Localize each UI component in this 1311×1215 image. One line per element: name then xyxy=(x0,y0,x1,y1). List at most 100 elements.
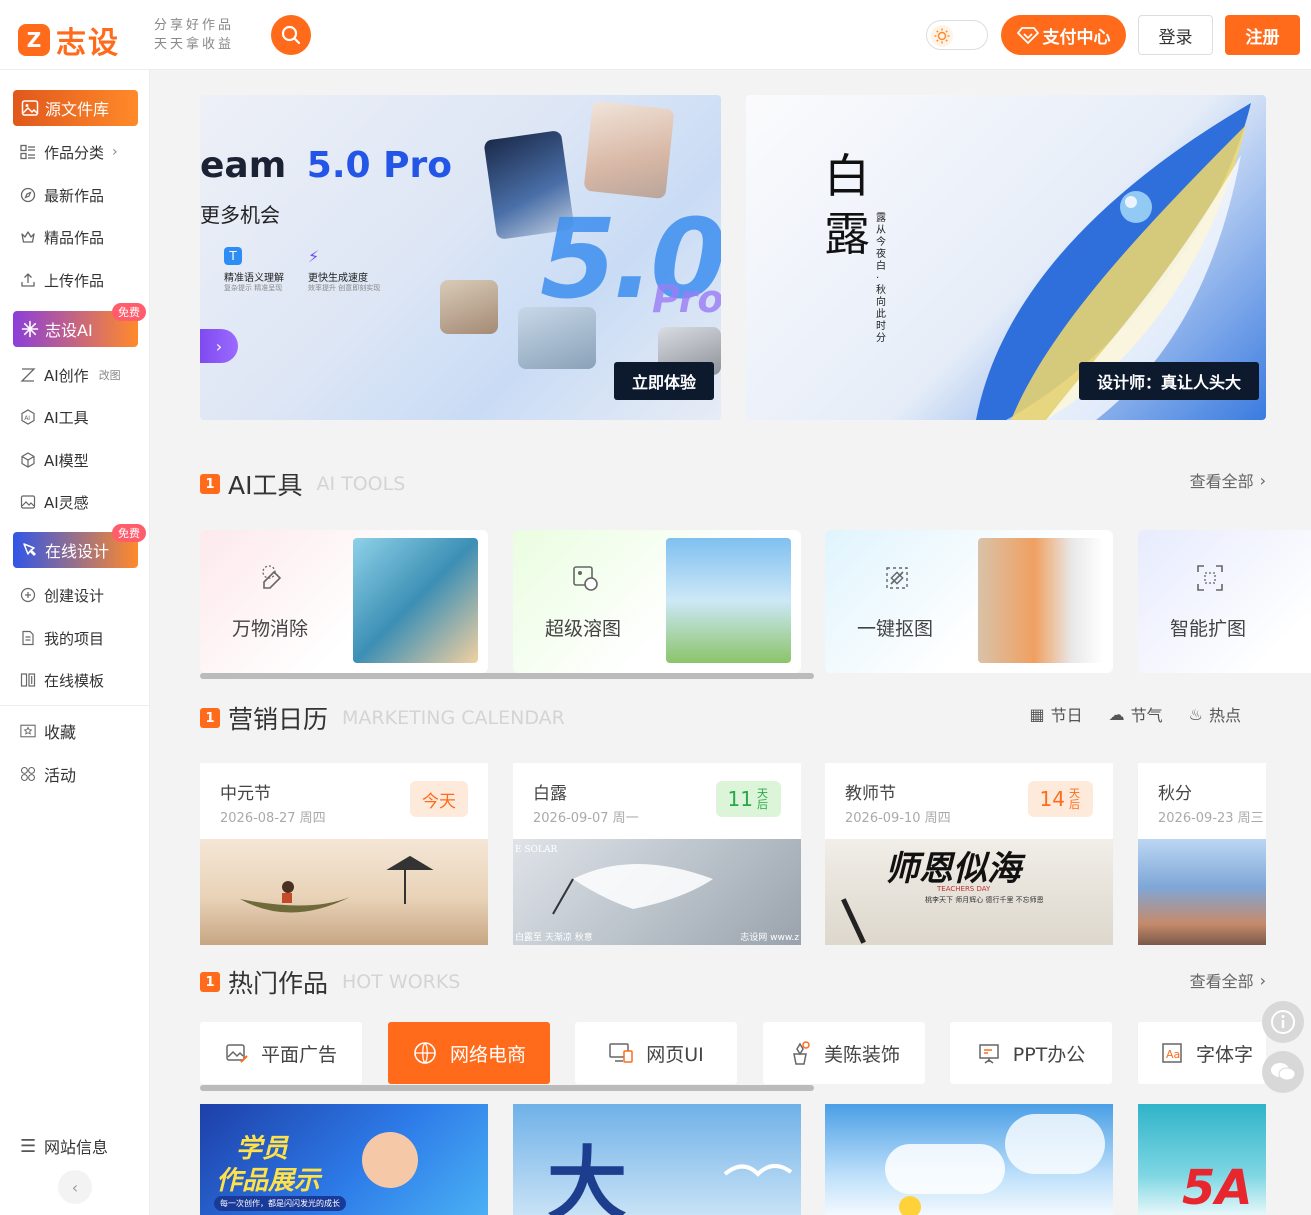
sidebar-item-ai-inspire[interactable]: AI灵感 xyxy=(20,490,89,514)
section-mark: 1 xyxy=(200,474,220,494)
tab-label: 网页UI xyxy=(646,1043,704,1066)
work-title-2: 作品展示 xyxy=(216,1166,321,1196)
chevron-left-icon: ‹ xyxy=(71,1177,79,1197)
blend-image-icon xyxy=(567,560,603,596)
sidebar-item-upload[interactable]: 上传作品 xyxy=(20,268,104,292)
teachers-day-art-text: 师恩似海 xyxy=(885,849,1021,889)
hot-works-view-all[interactable]: 查看全部 › xyxy=(1190,968,1266,992)
sidebar-item-label: 作品分类 xyxy=(44,143,105,162)
ai-tools-view-all[interactable]: 查看全部 › xyxy=(1190,468,1266,492)
pay-center-button[interactable]: 支付中心 xyxy=(1001,15,1126,55)
sparkle-icon xyxy=(21,320,39,338)
sidebar-item-tag: 改图 xyxy=(98,369,121,382)
calendar-badge: 11 天后 xyxy=(715,781,781,817)
teachers-day-caption: 桃李天下 师月辉心 德行千里 不忘师恩 xyxy=(925,896,1044,904)
sidebar-item-featured[interactable]: 精品作品 xyxy=(20,225,104,249)
theme-toggle[interactable] xyxy=(926,20,988,50)
tool-preview-image xyxy=(666,538,791,663)
category-tabs-scrollbar[interactable] xyxy=(200,1085,814,1091)
weather-icon: ☁ xyxy=(1108,704,1125,724)
login-button[interactable]: 登录 xyxy=(1138,15,1213,55)
sidebar-collapse-button[interactable]: ‹ xyxy=(58,1170,92,1204)
calendar-badge: 14 天后 xyxy=(1027,781,1093,817)
tool-name: 智能扩图 xyxy=(1170,618,1247,640)
banner-feature-1-sub: 复杂提示 精准呈现 xyxy=(224,284,283,292)
tab-ppt-office[interactable]: PPT办公 xyxy=(950,1022,1112,1084)
info-float-button[interactable] xyxy=(1262,1001,1304,1043)
banner-seedream[interactable]: eam 5.0 Pro 更多机会 T 精准语义理解 复杂提示 精准呈现 ⚡ 更快… xyxy=(200,95,721,420)
lightning-icon: ⚡ xyxy=(308,247,320,266)
sidebar-item-site-info[interactable]: ☰ 网站信息 xyxy=(20,1134,108,1158)
register-button[interactable]: 注册 xyxy=(1225,15,1300,55)
search-button[interactable] xyxy=(271,15,311,55)
wechat-float-button[interactable] xyxy=(1262,1051,1304,1093)
work-card-4[interactable]: 5A xyxy=(1138,1104,1266,1215)
tool-card-cutout[interactable]: 一键抠图 xyxy=(825,530,1113,673)
sidebar-item-online-design[interactable]: 在线设计 免费 xyxy=(13,524,146,568)
document-icon xyxy=(20,630,36,646)
try-now-button[interactable]: 立即体验 xyxy=(613,362,714,400)
sidebar-item-online-templates[interactable]: 在线模板 xyxy=(20,668,104,692)
sidebar-item-label: 创建设计 xyxy=(44,586,105,605)
sidebar-item-favorites[interactable]: 收藏 xyxy=(20,719,76,743)
tab-ecommerce[interactable]: 网络电商 xyxy=(388,1022,550,1084)
tool-card-expand[interactable]: 智能扩图 xyxy=(1138,530,1311,673)
section-title-en: AI TOOLS xyxy=(316,473,406,495)
tool-name: 超级溶图 xyxy=(545,618,622,640)
calendar-card-qiufen[interactable]: 秋分 2026-09-23 周三 xyxy=(1138,763,1266,945)
calendar-name: 秋分 xyxy=(1158,784,1192,804)
site-logo[interactable]: Z 志设 xyxy=(18,18,120,62)
bailu-image: E SOLAR 白露至 天渐凉 秋意 志设网 www.z xyxy=(513,839,801,945)
sidebar-item-zhishe-ai[interactable]: 志设AI 免费 xyxy=(13,303,146,347)
sidebar-item-library[interactable]: 源文件库 xyxy=(13,90,138,126)
calendar-card-zhongyuan[interactable]: 中元节 2026-08-27 周四 今天 xyxy=(200,763,488,945)
ai-tools-scrollbar[interactable] xyxy=(200,673,814,679)
filter-hot[interactable]: ♨ 热点 xyxy=(1189,702,1241,726)
tab-web-ui[interactable]: 网页UI xyxy=(575,1022,737,1084)
chevron-right-icon: › xyxy=(112,144,118,160)
info-icon xyxy=(1271,1010,1295,1034)
work-card-1[interactable]: 学员 作品展示 每一次创作，都是闪闪发光的成长 xyxy=(200,1104,488,1215)
calendar-card-teachers-day[interactable]: 教师节 2026-09-10 周四 14 天后 师恩似海 TEACHERS DA… xyxy=(825,763,1113,945)
calendar-date: 2026-09-23 周三 xyxy=(1158,811,1264,826)
sidebar-item-my-projects[interactable]: 我的项目 xyxy=(20,626,104,650)
sidebar-item-activities[interactable]: 活动 xyxy=(20,762,76,786)
sidebar-item-label: 我的项目 xyxy=(44,629,105,648)
tab-fonts[interactable]: Aa 字体字 xyxy=(1138,1022,1266,1084)
tool-card-blend[interactable]: 超级溶图 xyxy=(513,530,801,673)
teachers-day-sub: TEACHERS DAY xyxy=(937,885,991,893)
sidebar-item-ai-model[interactable]: AI模型 xyxy=(20,448,89,472)
sidebar-item-label: 网站信息 xyxy=(44,1138,109,1157)
cube-icon xyxy=(20,452,36,468)
filter-holiday[interactable]: ▦ 节日 xyxy=(1029,702,1082,726)
compass-icon xyxy=(20,187,36,203)
sidebar-item-ai-tools[interactable]: AI AI工具 xyxy=(20,405,89,429)
sidebar-item-category[interactable]: 作品分类 › xyxy=(20,140,118,164)
presentation-icon xyxy=(978,1044,999,1064)
sidebar-item-latest[interactable]: 最新作品 xyxy=(20,183,104,207)
free-badge: 免费 xyxy=(112,303,146,321)
banner-big-tail: Pro xyxy=(652,277,721,321)
section-mark: 1 xyxy=(200,972,220,992)
banner-arrow-button[interactable]: › xyxy=(200,329,238,363)
banner-feature-2: 更快生成速度 xyxy=(308,273,368,284)
sidebar: 源文件库 作品分类 › 最新作品 精品作品 上传作品 志设AI 免费 AI创作 … xyxy=(0,70,150,1215)
work-card-2[interactable]: 大 xyxy=(513,1104,801,1215)
work-card-3[interactable] xyxy=(825,1104,1113,1215)
tab-print-ads[interactable]: 平面广告 xyxy=(200,1022,362,1084)
banner-bailu[interactable]: 白 露 露从今夜白 · 秋向此时分 设计师：真让人头大 xyxy=(746,95,1266,420)
slogan-line-2: 天天拿收益 xyxy=(154,37,235,52)
tool-card-erase[interactable]: 万物消除 xyxy=(200,530,488,673)
sidebar-item-label: 上传作品 xyxy=(44,271,105,290)
sidebar-item-label: 在线模板 xyxy=(44,671,105,690)
upload-icon xyxy=(20,272,36,288)
filter-solar-term[interactable]: ☁ 节气 xyxy=(1109,702,1163,726)
sidebar-item-label: AI模型 xyxy=(44,451,89,470)
tab-display-decor[interactable]: 美陈装饰 xyxy=(763,1022,925,1084)
chevron-right-icon: › xyxy=(215,336,223,356)
sidebar-item-ai-create[interactable]: AI创作 改图 xyxy=(20,363,121,387)
sidebar-item-create-design[interactable]: 创建设计 xyxy=(20,583,104,607)
sidebar-item-label: 活动 xyxy=(44,766,77,785)
calendar-card-bailu[interactable]: 白露 2026-09-07 周一 11 天后 E SOLAR 白露至 天渐凉 秋… xyxy=(513,763,801,945)
sidebar-item-label: AI灵感 xyxy=(44,493,89,512)
